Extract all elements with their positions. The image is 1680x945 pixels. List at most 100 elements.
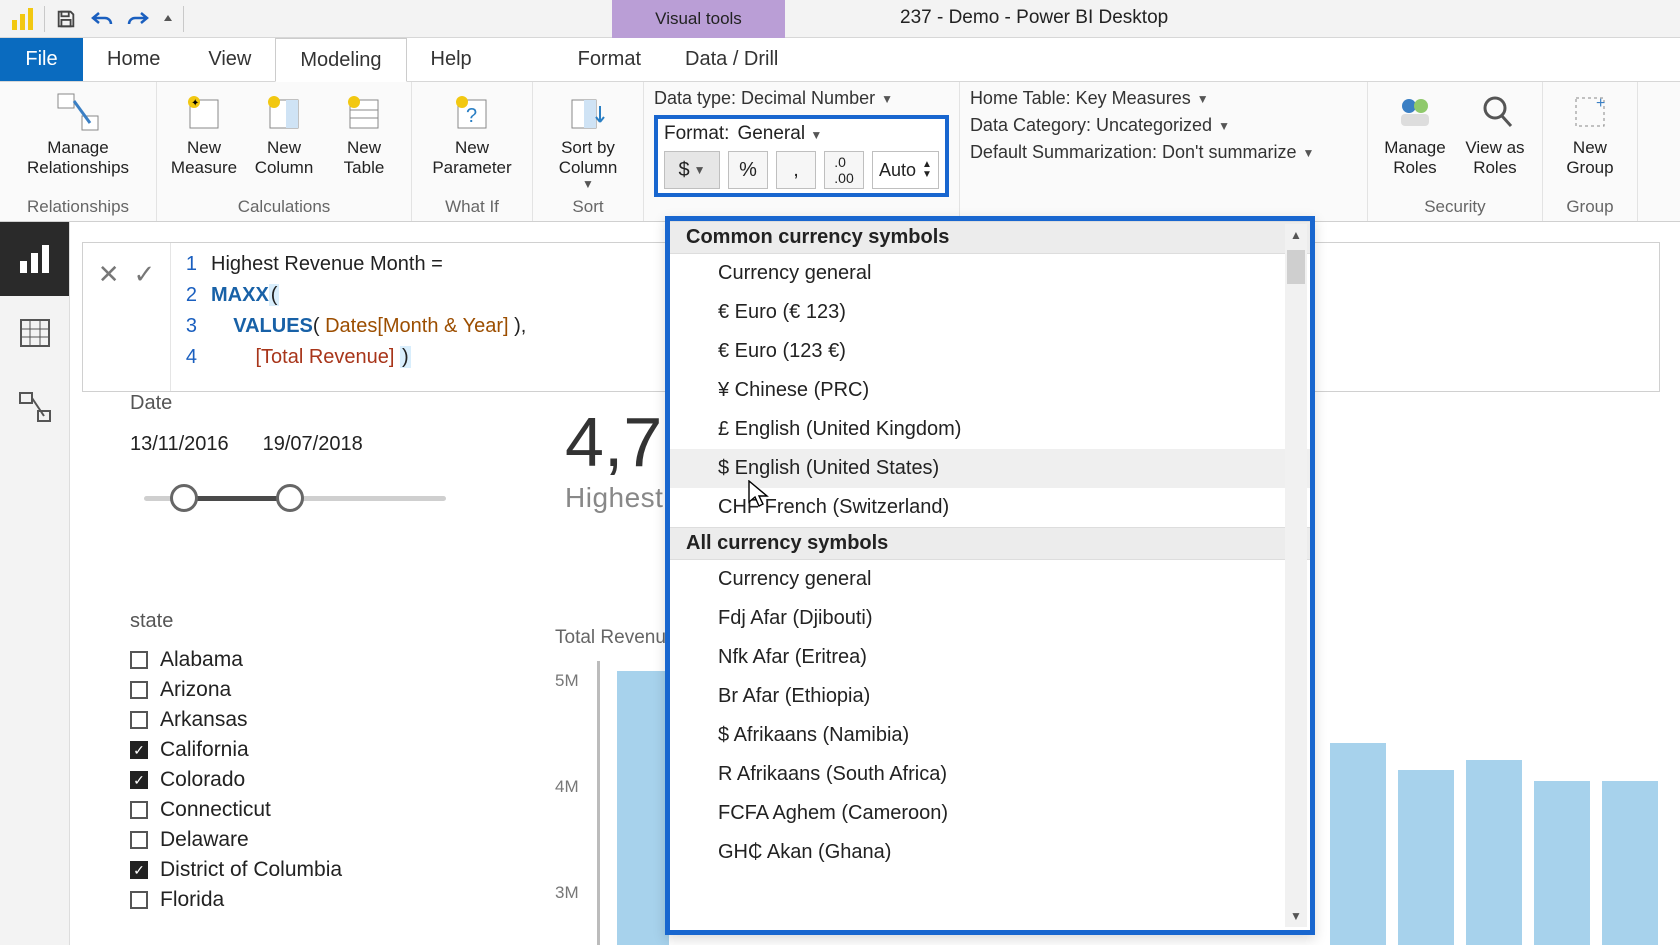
- view-as-roles-button[interactable]: View as Roles: [1456, 86, 1534, 177]
- state-row[interactable]: Delaware: [130, 825, 460, 855]
- tab-modeling[interactable]: Modeling: [275, 38, 406, 82]
- bar: [617, 671, 669, 945]
- date-range-slider[interactable]: [130, 478, 460, 518]
- state-row[interactable]: Connecticut: [130, 795, 460, 825]
- y-tick-3m: 3M: [555, 883, 579, 903]
- ribbon-tab-strip: File Home View Modeling Help Format Data…: [0, 38, 1680, 82]
- thousands-separator-button[interactable]: ,: [776, 151, 816, 189]
- tab-format[interactable]: Format: [556, 38, 663, 81]
- ribbon-group-security: Manage Roles View as Roles Security: [1368, 82, 1543, 221]
- default-summarization-dropdown[interactable]: Default Summarization: Don't summarize▼: [970, 142, 1357, 163]
- report-view-button[interactable]: [0, 222, 69, 296]
- format-label: Format:: [664, 123, 729, 145]
- stepper-down-icon[interactable]: ▼: [922, 170, 932, 180]
- manage-relationships-button[interactable]: Manage Relationships: [8, 86, 148, 177]
- view-rail: [0, 222, 70, 945]
- state-row[interactable]: ✓Colorado: [130, 765, 460, 795]
- y-tick-4m: 4M: [555, 777, 579, 797]
- ribbon-group-whatif: ? New Parameter What If: [412, 82, 533, 221]
- dropdown-item[interactable]: FCFA Aghem (Cameroon): [670, 794, 1310, 833]
- state-label: Arizona: [160, 678, 231, 702]
- save-icon[interactable]: [49, 2, 83, 36]
- relationships-icon: [56, 90, 100, 134]
- scroll-up-icon[interactable]: ▲: [1285, 224, 1307, 246]
- percent-format-button[interactable]: %: [728, 151, 768, 189]
- state-row[interactable]: ✓District of Columbia: [130, 855, 460, 885]
- svg-text:+: +: [1596, 95, 1605, 112]
- new-measure-button[interactable]: ✦ New Measure: [165, 86, 243, 177]
- dropdown-item[interactable]: € Euro (€ 123): [670, 293, 1310, 332]
- dropdown-item[interactable]: $ English (United States): [670, 449, 1310, 488]
- data-type-dropdown[interactable]: Data type: Decimal Number▼: [654, 88, 949, 109]
- commit-formula-icon[interactable]: ✓: [134, 259, 156, 290]
- tab-help[interactable]: Help: [407, 38, 496, 81]
- cancel-formula-icon[interactable]: ✕: [98, 259, 120, 290]
- dropdown-item[interactable]: ¥ Chinese (PRC): [670, 371, 1310, 410]
- svg-text:✦: ✦: [191, 98, 199, 109]
- qat-customize-icon[interactable]: [157, 2, 179, 36]
- state-row[interactable]: Arizona: [130, 675, 460, 705]
- dropdown-item[interactable]: Nfk Afar (Eritrea): [670, 638, 1310, 677]
- dropdown-item[interactable]: GH₵ Akan (Ghana): [670, 833, 1310, 872]
- dropdown-item[interactable]: R Afrikaans (South Africa): [670, 755, 1310, 794]
- dropdown-item[interactable]: Fdj Afar (Djibouti): [670, 599, 1310, 638]
- new-group-button[interactable]: + New Group: [1551, 86, 1629, 177]
- tab-view[interactable]: View: [184, 38, 275, 81]
- state-row[interactable]: ✓California: [130, 735, 460, 765]
- checkbox-icon[interactable]: [130, 651, 148, 669]
- checkbox-icon[interactable]: [130, 891, 148, 909]
- undo-icon[interactable]: [85, 2, 119, 36]
- dropdown-item[interactable]: CHF French (Switzerland): [670, 488, 1310, 527]
- bar: [1534, 781, 1590, 945]
- new-parameter-button[interactable]: ? New Parameter: [420, 86, 524, 177]
- date-end-value[interactable]: 19/07/2018: [263, 433, 363, 456]
- checkbox-icon[interactable]: ✓: [130, 741, 148, 759]
- sort-by-column-button[interactable]: Sort by Column ▼: [541, 86, 635, 191]
- state-row[interactable]: Alabama: [130, 645, 460, 675]
- home-table-dropdown[interactable]: Home Table: Key Measures▼: [970, 88, 1357, 109]
- data-category-dropdown[interactable]: Data Category: Uncategorized▼: [970, 115, 1357, 136]
- model-view-button[interactable]: [0, 370, 69, 444]
- state-row[interactable]: Arkansas: [130, 705, 460, 735]
- data-view-button[interactable]: [0, 296, 69, 370]
- dropdown-item[interactable]: Currency general: [670, 254, 1310, 293]
- dropdown-item[interactable]: Currency general: [670, 560, 1310, 599]
- checkbox-icon[interactable]: [130, 831, 148, 849]
- redo-icon[interactable]: [121, 2, 155, 36]
- bar: [1398, 770, 1454, 945]
- checkbox-icon[interactable]: ✓: [130, 771, 148, 789]
- dropdown-item[interactable]: £ English (United Kingdom): [670, 410, 1310, 449]
- date-start-value[interactable]: 13/11/2016: [130, 433, 229, 456]
- tab-data-drill[interactable]: Data / Drill: [663, 38, 800, 81]
- decimal-auto-stepper[interactable]: Auto ▲▼: [872, 151, 939, 189]
- slider-thumb-end[interactable]: [276, 484, 304, 512]
- dropdown-item[interactable]: $ Afrikaans (Namibia): [670, 716, 1310, 755]
- formula-code[interactable]: 1Highest Revenue Month = 2MAXX( 3 VALUES…: [171, 243, 536, 391]
- checkbox-icon[interactable]: [130, 681, 148, 699]
- format-dropdown[interactable]: General ▼: [737, 123, 822, 145]
- scroll-down-icon[interactable]: ▼: [1285, 905, 1307, 927]
- manage-roles-button[interactable]: Manage Roles: [1376, 86, 1454, 177]
- dropdown-item[interactable]: € Euro (123 €): [670, 332, 1310, 371]
- checkbox-icon[interactable]: ✓: [130, 861, 148, 879]
- state-label: Alabama: [160, 648, 243, 672]
- slicer-panel: Date 13/11/2016 19/07/2018 state Alabama…: [130, 392, 460, 915]
- state-label: Connecticut: [160, 798, 271, 822]
- dropdown-item[interactable]: Br Afar (Ethiopia): [670, 677, 1310, 716]
- slider-thumb-start[interactable]: [170, 484, 198, 512]
- bar: [1602, 781, 1658, 945]
- quick-access: [0, 0, 192, 37]
- currency-format-button[interactable]: $ ▼: [664, 151, 720, 189]
- y-tick-5m: 5M: [555, 671, 579, 691]
- tab-file[interactable]: File: [0, 38, 83, 81]
- state-label: Arkansas: [160, 708, 248, 732]
- scroll-thumb[interactable]: [1287, 250, 1305, 284]
- checkbox-icon[interactable]: [130, 801, 148, 819]
- checkbox-icon[interactable]: [130, 711, 148, 729]
- decimal-places-button[interactable]: .0.00: [824, 151, 864, 189]
- new-column-button[interactable]: New Column: [245, 86, 323, 177]
- new-table-button[interactable]: New Table: [325, 86, 403, 177]
- state-row[interactable]: Florida: [130, 885, 460, 915]
- dropdown-scrollbar[interactable]: ▲ ▼: [1285, 224, 1307, 927]
- tab-home[interactable]: Home: [83, 38, 184, 81]
